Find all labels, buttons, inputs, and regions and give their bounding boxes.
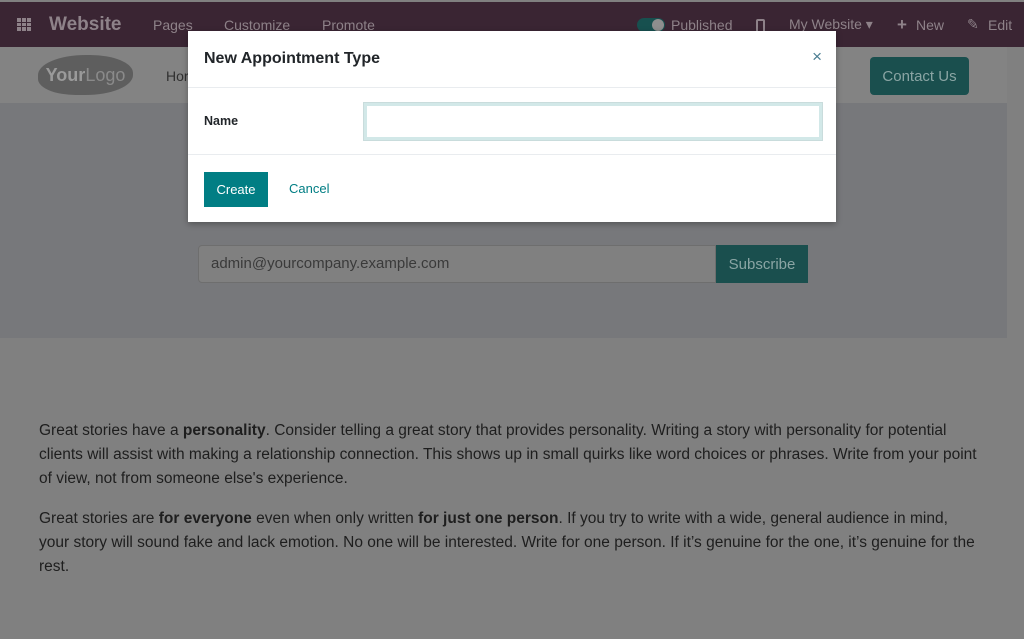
apps-grid-icon[interactable] <box>17 18 31 31</box>
plus-icon: + <box>897 15 907 34</box>
app-title[interactable]: Website <box>49 14 122 36</box>
menu-pages[interactable]: Pages <box>153 17 193 33</box>
edit-button[interactable]: Edit <box>988 17 1012 33</box>
name-label: Name <box>204 114 239 128</box>
pencil-icon: ✎ <box>967 16 979 32</box>
dialog-title: New Appointment Type <box>204 50 380 67</box>
story-paragraph-1: Great stories have a personality. Consid… <box>39 422 977 487</box>
cancel-button[interactable]: Cancel <box>289 181 329 196</box>
name-input[interactable] <box>363 102 823 141</box>
contact-us-button[interactable]: Contact Us <box>870 57 969 95</box>
new-appointment-type-dialog: New Appointment Type × Name Create Cance… <box>188 31 836 222</box>
story-paragraph-2: Great stories are for everyone even when… <box>39 510 975 575</box>
create-button[interactable]: Create <box>204 172 268 207</box>
newsletter-email-input[interactable]: admin@yourcompany.example.com <box>198 245 716 283</box>
logo[interactable]: Your Logo <box>38 55 133 95</box>
nav-home[interactable]: Hor <box>166 68 189 84</box>
new-button[interactable]: New <box>916 17 944 33</box>
published-toggle[interactable] <box>637 18 665 32</box>
subscribe-button[interactable]: Subscribe <box>716 245 808 283</box>
close-icon[interactable]: × <box>812 47 822 67</box>
